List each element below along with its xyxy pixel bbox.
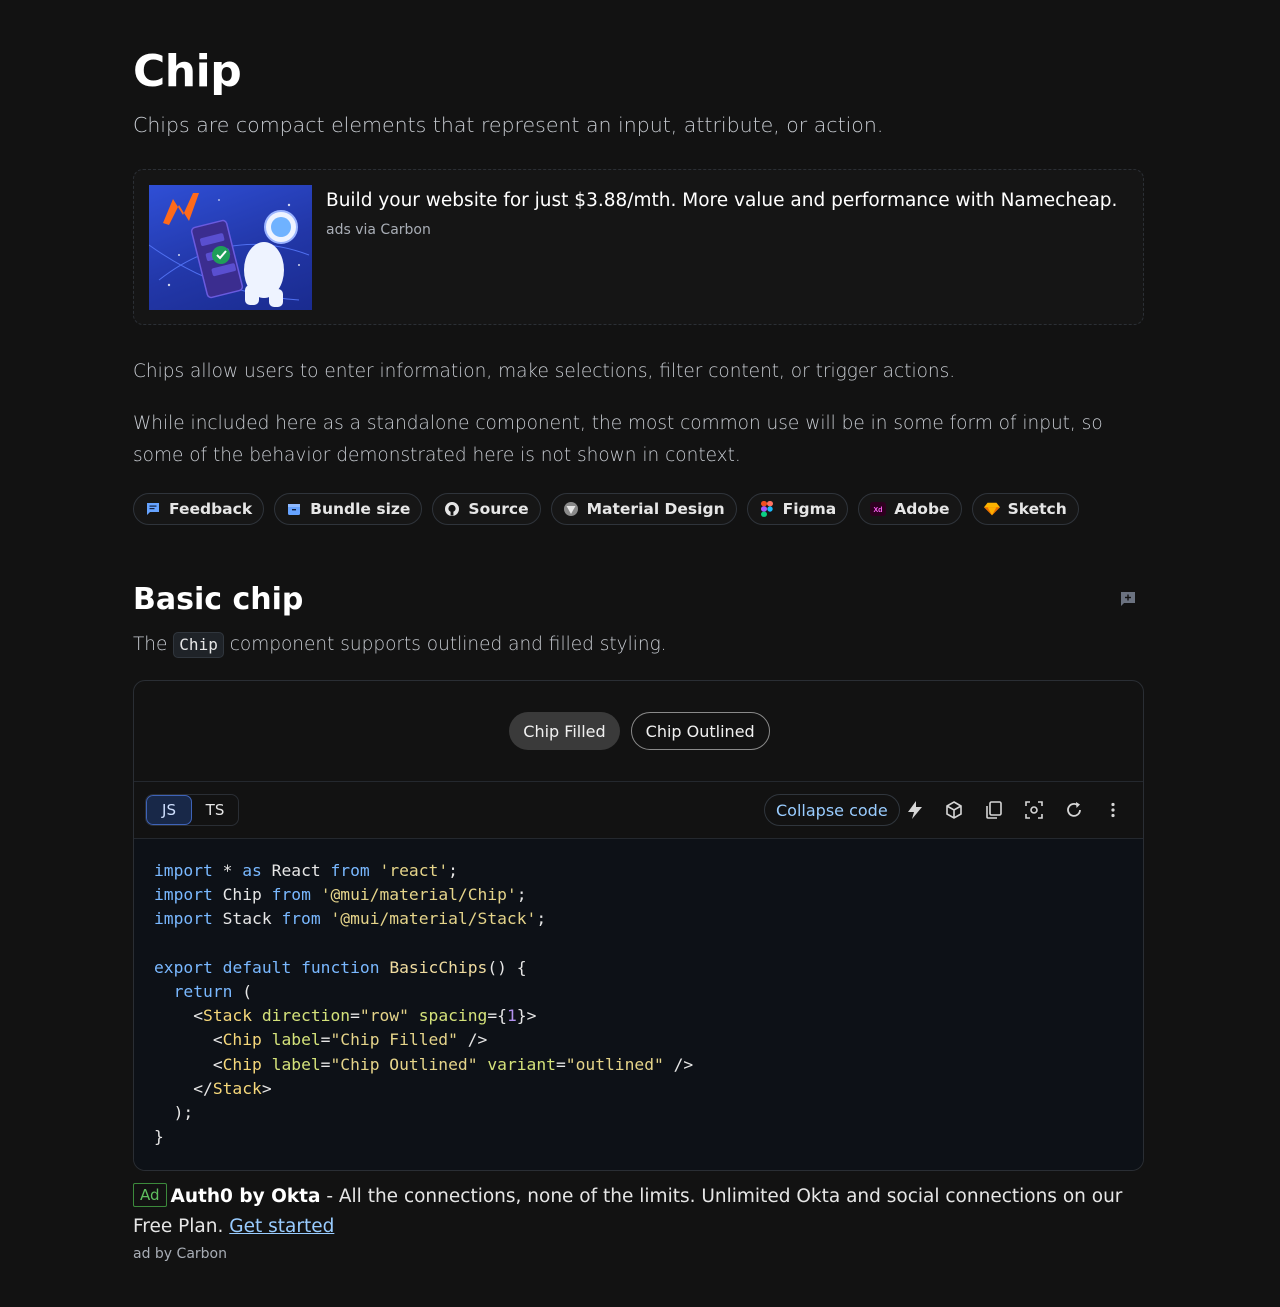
demo-stage: Chip Filled Chip Outlined <box>134 681 1143 782</box>
bottom-ad-source[interactable]: ad by Carbon <box>133 1246 227 1262</box>
figma-icon <box>759 501 775 517</box>
collapse-code-button[interactable]: Collapse code <box>764 794 900 826</box>
svg-text:Xd: Xd <box>874 507 883 514</box>
figma-link[interactable]: Figma <box>746 493 849 525</box>
code-block[interactable]: import * as React from 'react'; import C… <box>134 839 1143 1170</box>
source-link[interactable]: Source <box>432 493 541 525</box>
demo-container: Chip Filled Chip Outlined JS TS Collapse… <box>133 680 1144 1171</box>
material-design-label: Material Design <box>586 500 725 518</box>
chip-outlined[interactable]: Chip Outlined <box>630 712 770 750</box>
github-icon <box>444 501 460 517</box>
feedback-icon <box>145 501 161 517</box>
chip-code-inline: Chip <box>173 632 224 658</box>
adobe-label: Adobe <box>894 500 950 518</box>
focus-icon[interactable] <box>1024 800 1044 820</box>
bundle-size-label: Bundle size <box>310 500 411 518</box>
feedback-link[interactable]: Feedback <box>133 493 265 525</box>
ad-badge: Ad <box>133 1183 167 1207</box>
ad-image[interactable] <box>149 185 312 310</box>
carbon-ad[interactable]: Build your website for just $3.88/mth. M… <box>133 169 1144 325</box>
lang-ts-button[interactable]: TS <box>192 795 238 825</box>
ad-source[interactable]: ads via Carbon <box>326 222 431 238</box>
desc-text-after: component supports outlined and filled s… <box>223 634 667 655</box>
bottom-ad: Ad Auth0 by Okta - All the connections, n… <box>133 1182 1144 1242</box>
chip-filled[interactable]: Chip Filled <box>509 712 620 750</box>
sketch-icon <box>983 501 1000 517</box>
codesandbox-icon[interactable] <box>944 800 964 820</box>
adobe-link[interactable]: Xd Adobe <box>858 493 962 525</box>
intro-paragraph-1: Chips allow users to enter information, … <box>133 361 956 382</box>
code-toolbar: JS TS Collapse code <box>134 782 1143 839</box>
reset-icon[interactable] <box>1064 800 1084 820</box>
material-design-link[interactable]: Material Design <box>550 493 737 525</box>
lang-js-button[interactable]: JS <box>146 795 192 825</box>
figma-label: Figma <box>782 500 837 518</box>
ad-text[interactable]: Build your website for just $3.88/mth. M… <box>326 186 1117 216</box>
page-title: Chip <box>133 46 242 97</box>
material-icon <box>563 501 579 517</box>
sketch-link[interactable]: Sketch <box>971 493 1079 525</box>
intro-paragraph-2: While included here as a standalone comp… <box>133 413 1103 466</box>
sketch-label: Sketch <box>1007 500 1067 518</box>
get-started-link[interactable]: Get started <box>229 1216 334 1237</box>
source-label: Source <box>468 500 529 518</box>
section-title: Basic chip <box>133 582 304 617</box>
more-options-icon[interactable] <box>1103 800 1123 820</box>
ad-brand[interactable]: Auth0 by Okta <box>171 1186 321 1207</box>
feedback-label: Feedback <box>169 500 253 518</box>
section-description: The Chip component supports outlined and… <box>133 630 667 660</box>
copy-icon[interactable] <box>984 800 1004 820</box>
language-toggle: JS TS <box>145 794 239 826</box>
adobe-xd-icon: Xd <box>870 501 887 517</box>
stackblitz-icon[interactable] <box>905 800 925 820</box>
page-subtitle: Chips are compact elements that represen… <box>133 113 884 137</box>
desc-text-before: The <box>133 634 174 655</box>
add-comment-icon[interactable] <box>1119 590 1137 608</box>
bundle-size-link[interactable]: Bundle size <box>274 493 423 525</box>
resource-links: Feedback Bundle size Source Material Des… <box>133 493 1079 525</box>
bundle-icon <box>286 501 302 517</box>
